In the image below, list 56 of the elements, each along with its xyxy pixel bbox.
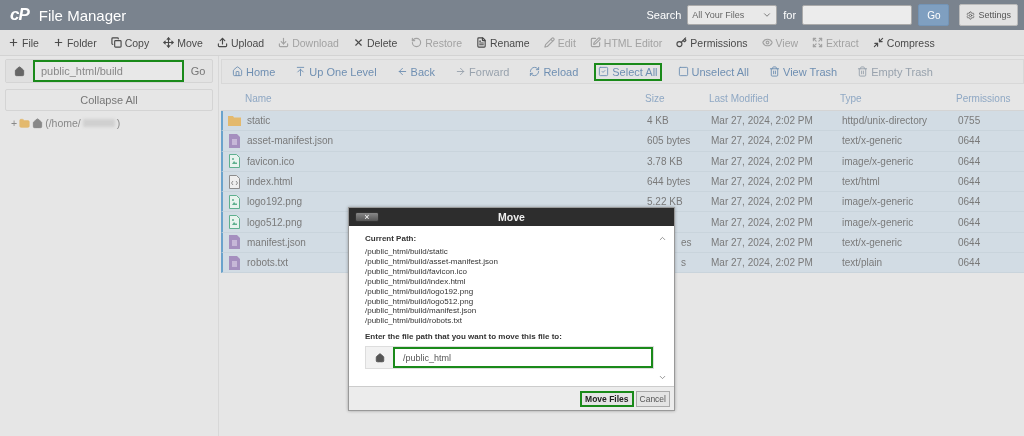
file-type: image/x-generic [842, 196, 914, 208]
prompt-text: Enter the file path that you want to move this file to: [365, 332, 563, 342]
file-size: 605 bytes [647, 135, 691, 147]
path-line: /public_html/build/manifest.json [365, 306, 478, 317]
permissions: 0644 [958, 216, 981, 228]
path-line: /public_html/build/asset-manifest.json [365, 256, 499, 267]
for-label: for [783, 9, 797, 21]
tree-label-end: ) [116, 117, 121, 129]
current-path-label: Current Path: [365, 234, 418, 243]
permissions: 0644 [958, 257, 981, 269]
modified-date: Mar 27, 2024, 2:02 PM [711, 115, 813, 127]
permissions: 0644 [958, 155, 981, 167]
permissions: 0644 [958, 196, 981, 208]
file-type: httpd/unix-directory [842, 115, 928, 127]
permissions: 0755 [958, 115, 981, 127]
modified-date: Mar 27, 2024, 2:02 PM [711, 135, 813, 147]
modified-date: Mar 27, 2024, 2:02 PM [711, 176, 813, 188]
file-type: text/x-generic [842, 135, 903, 147]
file-size: 3.78 KB [647, 155, 683, 167]
search-label: Search [646, 9, 682, 21]
file-type: text/x-generic [842, 236, 903, 248]
permissions: 0644 [958, 135, 981, 147]
path-line: /public_html/build/logo192.png [365, 286, 475, 297]
file-name: index.html [247, 176, 293, 188]
file-type: image/x-generic [842, 155, 914, 167]
file-size: 5.22 KB [647, 196, 683, 208]
file-type: text/plain [842, 257, 883, 269]
file-type: image/x-generic [842, 216, 914, 228]
permissions: 0644 [958, 236, 981, 248]
permissions: 0644 [958, 176, 981, 188]
modified-date: Mar 27, 2024, 2:02 PM [711, 236, 813, 248]
file-name: logo512.png [247, 216, 303, 228]
file-name: favicon.ico [247, 155, 295, 167]
file-size: es [681, 236, 692, 248]
path-line: /public_html/build/favicon.ico [365, 266, 468, 277]
modified-date: Mar 27, 2024, 2:02 PM [711, 216, 813, 228]
file-name: robots.txt [247, 257, 289, 269]
file-type: text/html [842, 176, 880, 188]
file-name: logo192.png [247, 196, 303, 208]
file-size: 4 KB [647, 115, 669, 127]
path-line: /public_html/build/logo512.png [365, 296, 475, 307]
path-line: /public_html/build/static [365, 247, 449, 257]
modified-date: Mar 27, 2024, 2:02 PM [711, 196, 813, 208]
file-size: 644 bytes [647, 176, 691, 188]
path-line: /public_html/build/robots.txt [365, 316, 463, 327]
dialog-title: Move [497, 211, 526, 223]
file-name: asset-manifest.json [247, 135, 334, 147]
modified-date: Mar 27, 2024, 2:02 PM [711, 257, 813, 269]
file-name: manifest.json [247, 236, 306, 248]
path-line: /public_html/build/index.html [365, 276, 467, 287]
file-name: static [247, 115, 271, 127]
app-title: File Manager [38, 6, 127, 24]
modified-date: Mar 27, 2024, 2:02 PM [711, 155, 813, 167]
file-size: s [681, 257, 686, 269]
tree-label: (/home/ [45, 117, 81, 129]
logo: cP [10, 5, 29, 25]
